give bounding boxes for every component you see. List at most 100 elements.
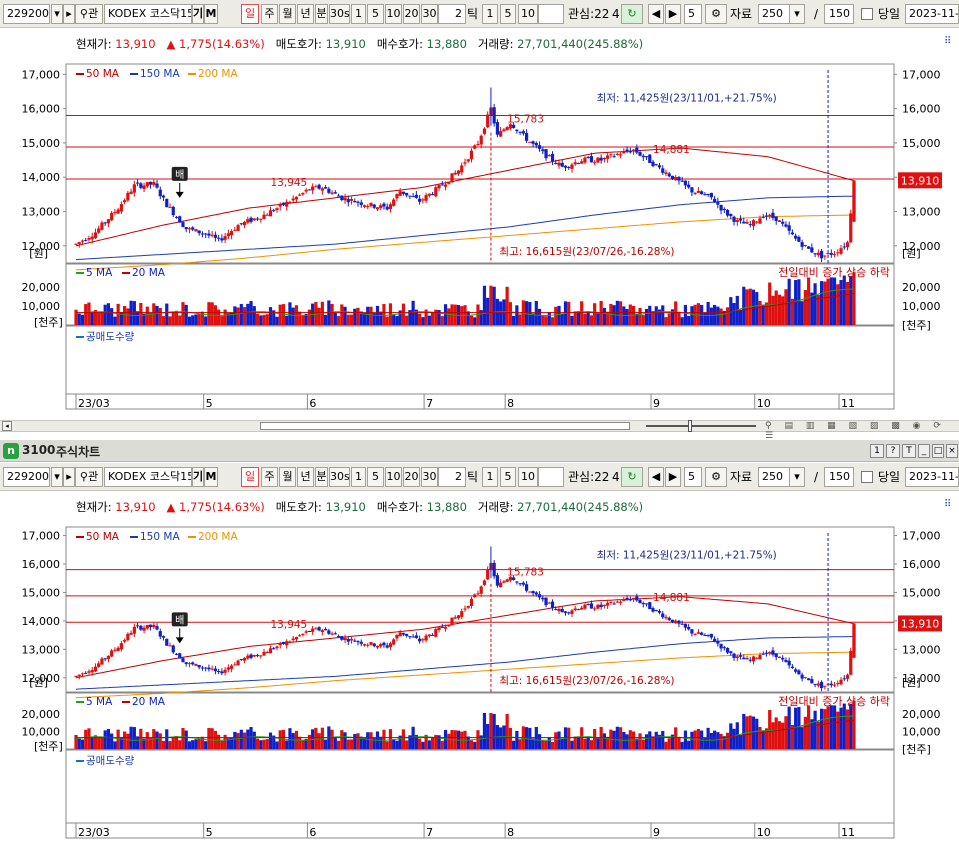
date-input[interactable]: 2023-11-0 [905,467,959,487]
data-count-dropdown-icon[interactable]: ▾ [789,4,805,24]
candle-body [751,656,756,662]
settings-icon[interactable]: ⚙ [705,4,727,24]
period-button-5[interactable]: 30s [329,467,350,487]
chart-options-icon[interactable]: ⠿ [944,499,951,510]
max-count-input[interactable]: 150 [824,4,854,24]
price-chart[interactable]: 17,000 17,000 16,000 16,000 15,000 15,000 14,0… [0,491,959,840]
period-button-9[interactable]: 20 [403,4,420,24]
prev-arrow-icon[interactable]: ◀ [648,4,664,24]
btn-gi[interactable]: 기 [192,467,204,487]
label-15783: 15,783 [507,113,544,125]
period-button-2[interactable]: 월 [279,467,296,487]
period-button-8[interactable]: 10 [385,467,402,487]
volume-bar [667,738,671,749]
data-count-select[interactable]: 250 [758,4,790,24]
period-button-10[interactable]: 30 [421,4,438,24]
play-icon[interactable]: ▸ [63,4,75,24]
search-button[interactable]: ⚲관 [75,4,103,24]
next-arrow-icon[interactable]: ▶ [665,4,681,24]
candle-body [797,236,801,242]
period-button-7[interactable]: 5 [367,467,384,487]
settings-icon[interactable]: ⚙ [705,467,727,487]
next-arrow-icon[interactable]: ▶ [665,467,681,487]
step-input[interactable]: 5 [684,467,702,487]
tick-label: 틱 [467,470,479,484]
period-button-3[interactable]: 년 [297,467,314,487]
period-button-10[interactable]: 30 [421,467,438,487]
candle-body [823,685,827,687]
chart-options-icon[interactable]: ⠿ [944,36,951,47]
stock-name-field[interactable]: KODEX 코스닥15 [104,467,192,487]
refresh-icon[interactable]: ↻ [621,467,643,487]
btn-gi[interactable]: 기 [192,4,204,24]
custom-unit-input[interactable] [538,4,564,24]
candle-body [262,651,266,656]
stock-code-input[interactable]: 229200 [3,4,50,24]
code-dropdown-icon[interactable]: ▾ [51,4,63,24]
volume-bar [155,731,159,749]
candle-body [738,655,743,657]
max-count-input[interactable]: 150 [824,467,854,487]
period-button-3[interactable]: 년 [297,4,314,24]
tick-unit-5[interactable]: 5 [500,467,516,487]
candle-body [713,198,717,203]
btn-m[interactable]: M [204,467,218,487]
tick-unit-5[interactable]: 5 [500,4,516,24]
price-change: 1,775(14.63%) [179,37,265,51]
step-input[interactable]: 5 [684,4,702,24]
period-button-1[interactable]: 주 [261,467,278,487]
period-button-5[interactable]: 30s [329,4,350,24]
today-checkbox[interactable] [861,8,873,20]
period-button-2[interactable]: 월 [279,4,296,24]
window-maximize-button[interactable]: □ [932,444,944,458]
tick-unit-10[interactable]: 10 [518,467,538,487]
window-help-button[interactable]: 1 [870,444,884,458]
stock-code-input[interactable]: 229200 [3,467,50,487]
candle-body [379,644,383,647]
period-button-6[interactable]: 1 [351,4,366,24]
low-annotation: 최저: 11,425원(23/11/01,+21.75%) [597,549,777,561]
period-button-4[interactable]: 분 [315,467,328,487]
tick-value-input[interactable]: 2 [438,467,466,487]
period-button-0[interactable]: 일 [241,4,259,24]
data-count-dropdown-icon[interactable]: ▾ [789,467,805,487]
search-button[interactable]: ⚲관 [75,467,103,487]
scroll-thumb[interactable] [260,422,630,430]
refresh-icon[interactable]: ↻ [621,4,643,24]
play-icon[interactable]: ▸ [63,467,75,487]
volume-bar [145,732,149,749]
period-button-0[interactable]: 일 [241,467,259,487]
period-button-1[interactable]: 주 [261,4,278,24]
zoom-slider[interactable] [646,425,756,427]
candle-body [495,122,500,135]
window-link-button[interactable]: ? [886,444,900,458]
window-menu-button[interactable]: T [902,444,916,458]
tick-unit-10[interactable]: 10 [518,4,538,24]
volume-bar [204,741,208,749]
chart-scrollbar[interactable]: ◂ ⚲ ▤ ▥ ▦ ▧ ▨ ▩ ◉ ⟳ ☰ [0,420,959,441]
period-button-7[interactable]: 5 [367,4,384,24]
volume-bar [161,740,166,749]
prev-arrow-icon[interactable]: ◀ [648,467,664,487]
period-button-4[interactable]: 분 [315,4,328,24]
zoom-slider-thumb[interactable] [688,420,692,432]
stock-name-field[interactable]: KODEX 코스닥15 [104,4,192,24]
data-count-select[interactable]: 250 [758,467,790,487]
tick-unit-1[interactable]: 1 [482,4,498,24]
window-minimize-button[interactable]: _ [918,444,930,458]
period-button-8[interactable]: 10 [385,4,402,24]
tick-unit-1[interactable]: 1 [482,467,498,487]
candle-body [742,221,746,224]
scroll-left-arrow[interactable]: ◂ [2,421,12,431]
period-button-9[interactable]: 20 [403,467,420,487]
btn-m[interactable]: M [204,4,218,24]
date-input[interactable]: 2023-11-0 [905,4,959,24]
toolbar-icons[interactable]: ⚲ ▤ ▥ ▦ ▧ ▨ ▩ ◉ ⟳ ☰ [765,421,959,441]
custom-unit-input[interactable] [538,467,564,487]
window-close-button[interactable]: × [946,444,958,458]
tick-value-input[interactable]: 2 [438,4,466,24]
period-button-6[interactable]: 1 [351,467,366,487]
code-dropdown-icon[interactable]: ▾ [51,467,63,487]
today-checkbox[interactable] [861,471,873,483]
price-chart[interactable]: 17,000 17,000 16,000 16,000 15,000 15,000 14,0… [0,28,959,411]
